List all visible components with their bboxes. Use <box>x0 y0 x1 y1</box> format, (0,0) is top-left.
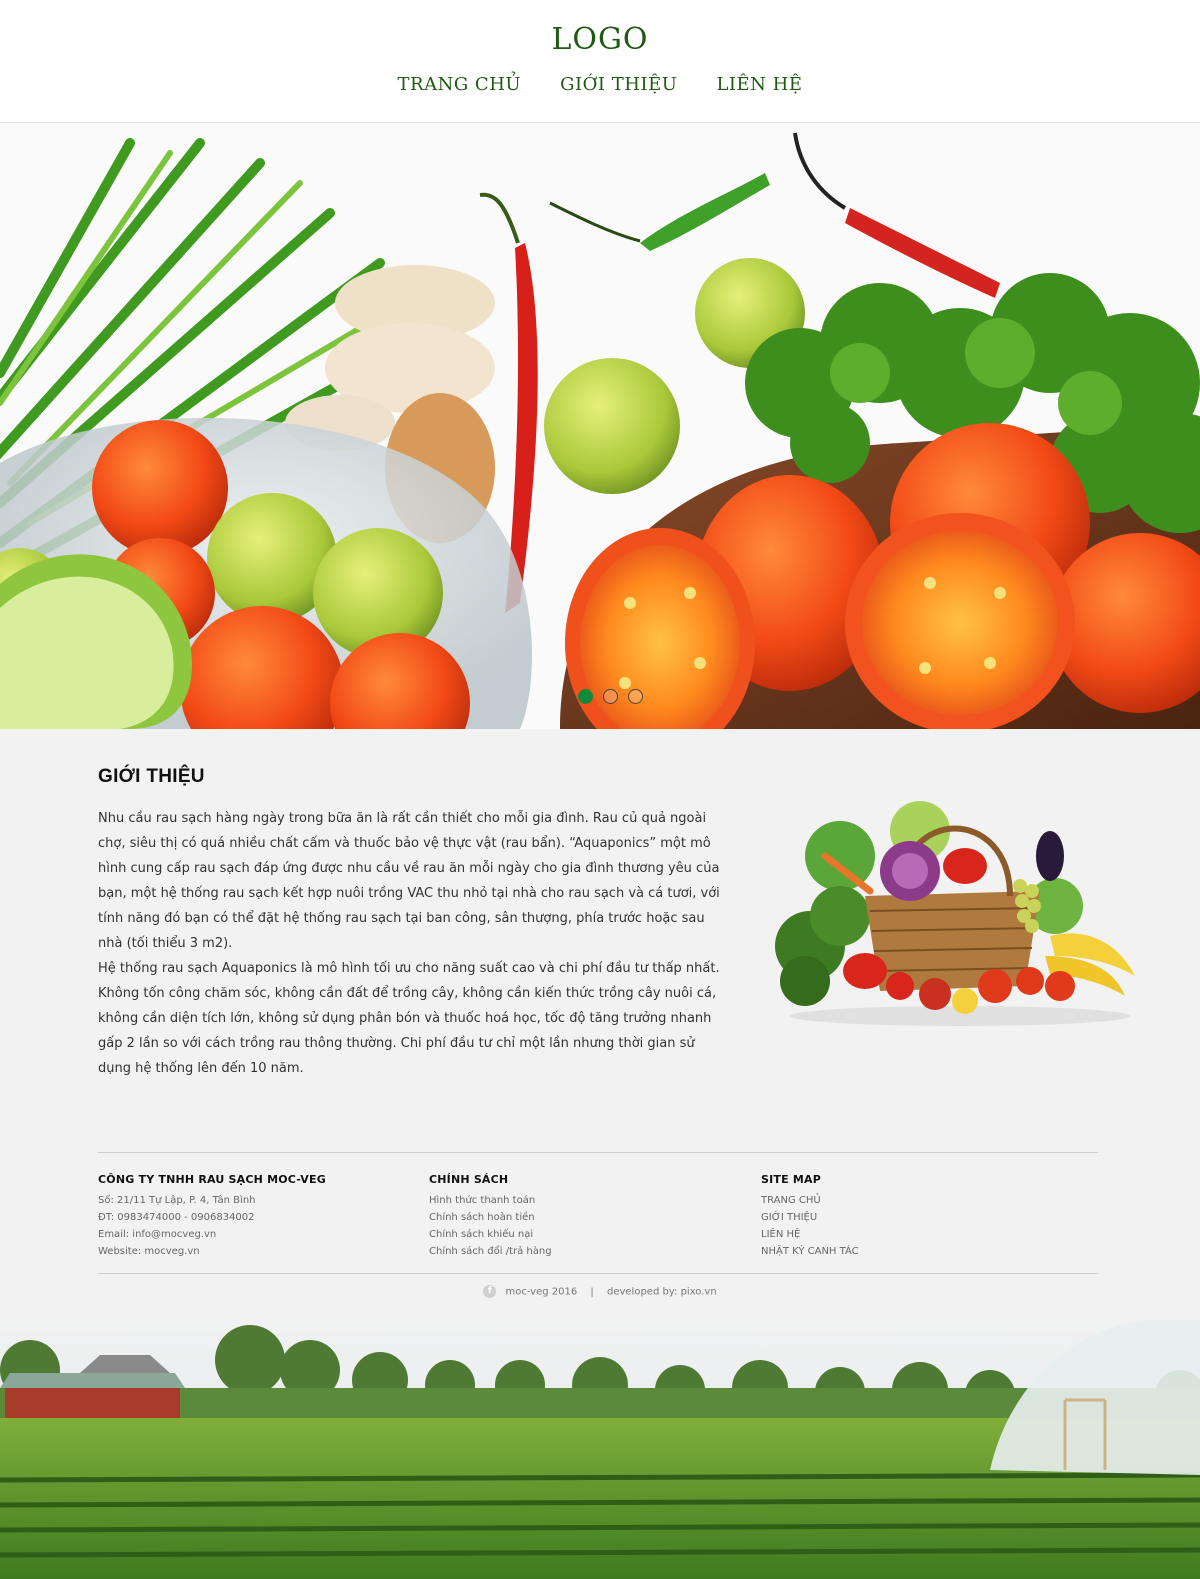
nav-item-about[interactable]: GIỚI THIỆU <box>560 74 677 95</box>
copyright-separator: | <box>590 1286 594 1298</box>
copyright-bar: f moc-veg 2016 | developed by: pixo.vn <box>0 1285 1200 1298</box>
hero-slider <box>0 123 1200 729</box>
hero-vegetables-image <box>0 123 1200 729</box>
sitemap-link-farming-diary[interactable]: NHẬT KÝ CANH TÁC <box>761 1243 859 1260</box>
footer-sitemap: SITE MAP TRANG CHỦ GIỚI THIỆU LIÊN HỆ NH… <box>761 1173 859 1260</box>
intro-paragraph-2: Hệ thống rau sạch Aquaponics là mô hình … <box>98 961 720 1076</box>
intro-text: Nhu cầu rau sạch hàng ngày trong bữa ăn … <box>98 806 724 1081</box>
copyright-text: moc-veg 2016 <box>505 1286 578 1298</box>
policy-link-complaint[interactable]: Chính sách khiếu nại <box>429 1226 552 1243</box>
footer-company: CÔNG TY TNHH RAU SẠCH MOC-VEG Số: 21/11 … <box>98 1173 326 1260</box>
company-name: CÔNG TY TNHH RAU SẠCH MOC-VEG <box>98 1173 326 1186</box>
logo[interactable]: LOGO <box>0 22 1200 57</box>
company-email: Email: info@mocveg.vn <box>98 1229 217 1240</box>
footer-bottom-divider <box>98 1273 1098 1274</box>
slider-dot-1[interactable] <box>578 689 593 704</box>
main-nav: TRANG CHỦ GIỚI THIỆU LIÊN HỆ <box>0 74 1200 95</box>
footer-policy: CHÍNH SÁCH Hình thức thanh toán Chính sá… <box>429 1173 552 1260</box>
intro-paragraph-1: Nhu cầu rau sạch hàng ngày trong bữa ăn … <box>98 811 720 951</box>
slider-dot-3[interactable] <box>628 689 644 704</box>
company-website: Website: mocveg.vn <box>98 1246 200 1257</box>
policy-title: CHÍNH SÁCH <box>429 1173 509 1186</box>
company-address: Số: 21/11 Tự Lập, P. 4, Tân Bình <box>98 1195 256 1206</box>
policy-link-refund[interactable]: Chính sách hoàn tiền <box>429 1209 552 1226</box>
sitemap-title: SITE MAP <box>761 1173 821 1186</box>
slider-dot-2[interactable] <box>603 689 619 704</box>
policy-link-payment[interactable]: Hình thức thanh toán <box>429 1192 552 1209</box>
nav-item-home[interactable]: TRANG CHỦ <box>398 74 522 95</box>
company-phone: ĐT: 0983474000 - 0906834002 <box>98 1212 255 1223</box>
nav-item-contact[interactable]: LIÊN HỆ <box>716 74 802 95</box>
facebook-icon[interactable]: f <box>483 1285 497 1298</box>
sitemap-link-home[interactable]: TRANG CHỦ <box>761 1192 859 1209</box>
vegetable-basket-image <box>770 796 1145 1031</box>
footer-top-divider <box>98 1152 1098 1153</box>
site-header: LOGO TRANG CHỦ GIỚI THIỆU LIÊN HỆ <box>0 0 1200 123</box>
policy-link-return[interactable]: Chính sách đổi /trả hàng <box>429 1243 552 1260</box>
intro-title: GIỚI THIỆU <box>98 766 205 787</box>
sitemap-link-about[interactable]: GIỚI THIỆU <box>761 1209 859 1226</box>
farm-landscape-image <box>0 1300 1200 1579</box>
developer-credit[interactable]: developed by: pixo.vn <box>607 1287 717 1298</box>
slider-dots <box>578 689 648 708</box>
sitemap-link-contact[interactable]: LIÊN HỆ <box>761 1226 859 1243</box>
